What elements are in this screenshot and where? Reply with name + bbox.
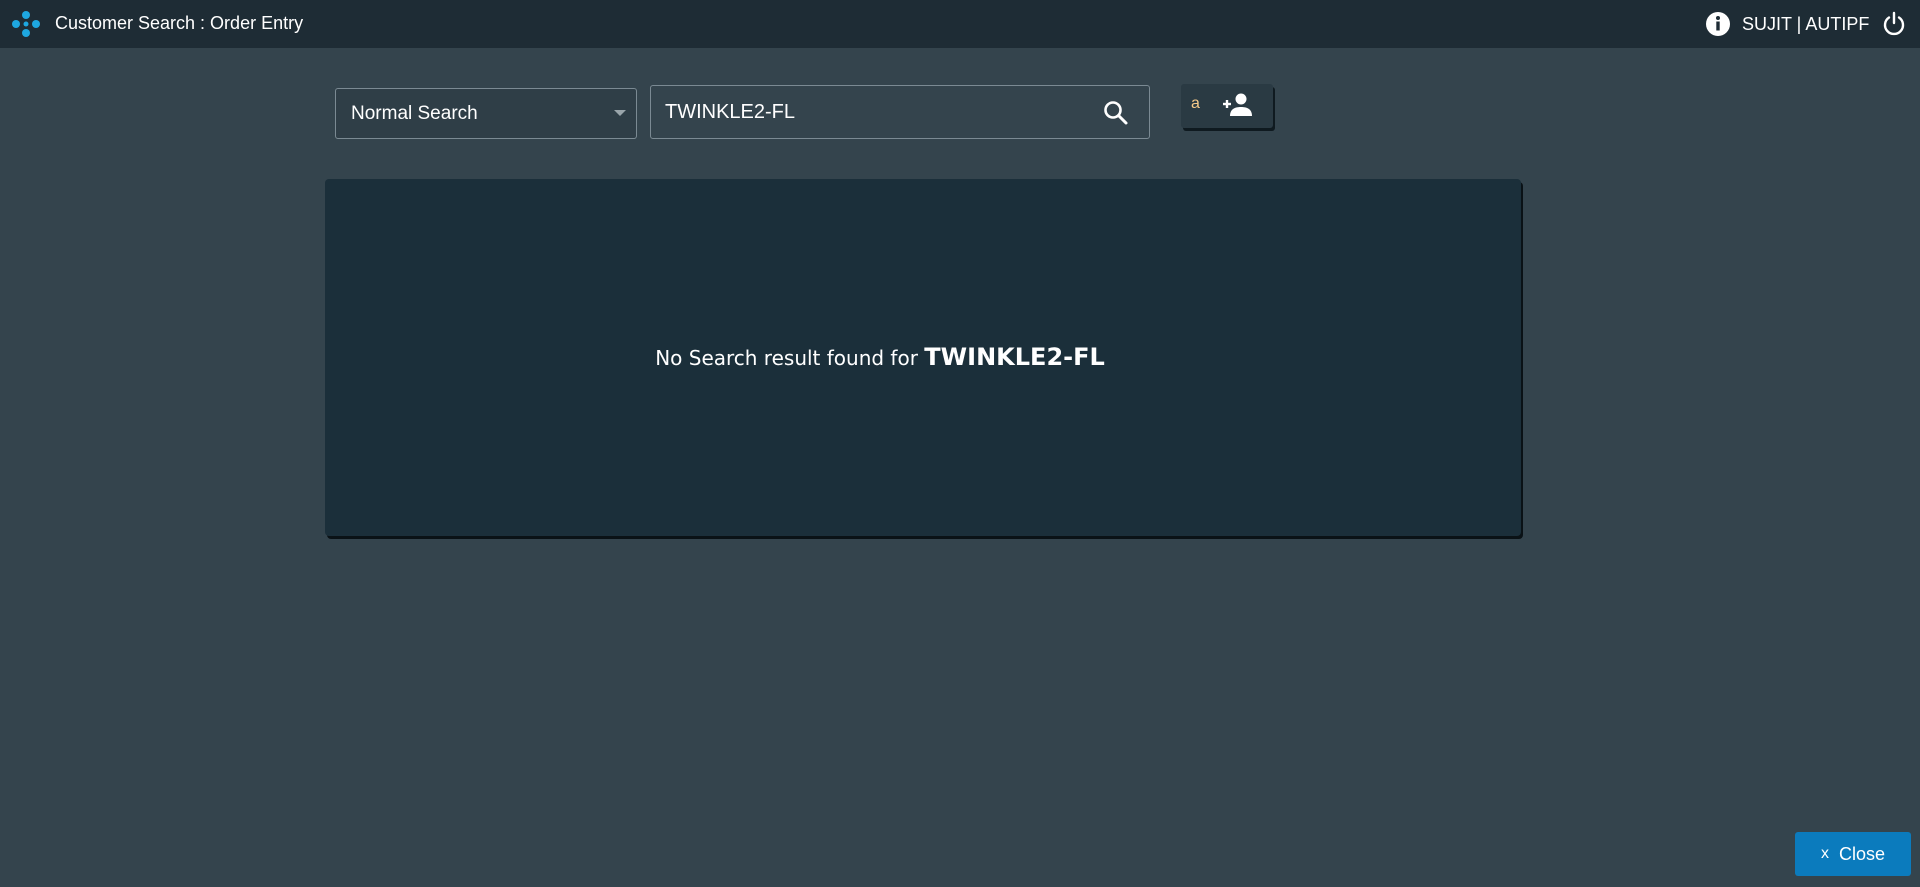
chevron-down-icon [614, 110, 626, 116]
add-customer-button[interactable]: a [1181, 84, 1273, 128]
close-button[interactable]: x Close [1795, 832, 1911, 876]
close-label: Close [1838, 843, 1886, 864]
info-icon[interactable] [1705, 11, 1731, 37]
empty-message-query: TWINKLE2-FL [924, 343, 1105, 371]
user-label: SUJIT | AUTIPF [1742, 14, 1870, 34]
search-mode-value: Normal Search [351, 102, 478, 124]
empty-message-text: No Search result found for [655, 346, 918, 370]
close-icon: x [1820, 845, 1829, 862]
top-bar: Customer Search : Order Entry SUJIT | AU… [0, 0, 1920, 48]
app-logo-icon [12, 11, 40, 37]
search-mode-select[interactable]: Normal Search [335, 88, 637, 139]
search-input[interactable] [665, 86, 1085, 138]
search-icon[interactable] [1101, 98, 1131, 128]
add-person-icon [1223, 93, 1252, 116]
empty-results-message: No Search result found for TWINKLE2-FL [325, 343, 1435, 371]
search-field [650, 85, 1150, 139]
page-title: Customer Search : Order Entry [55, 13, 304, 33]
results-panel: No Search result found for TWINKLE2-FL [325, 179, 1521, 536]
add-button-letter: a [1191, 95, 1200, 112]
power-icon[interactable] [1881, 11, 1907, 37]
